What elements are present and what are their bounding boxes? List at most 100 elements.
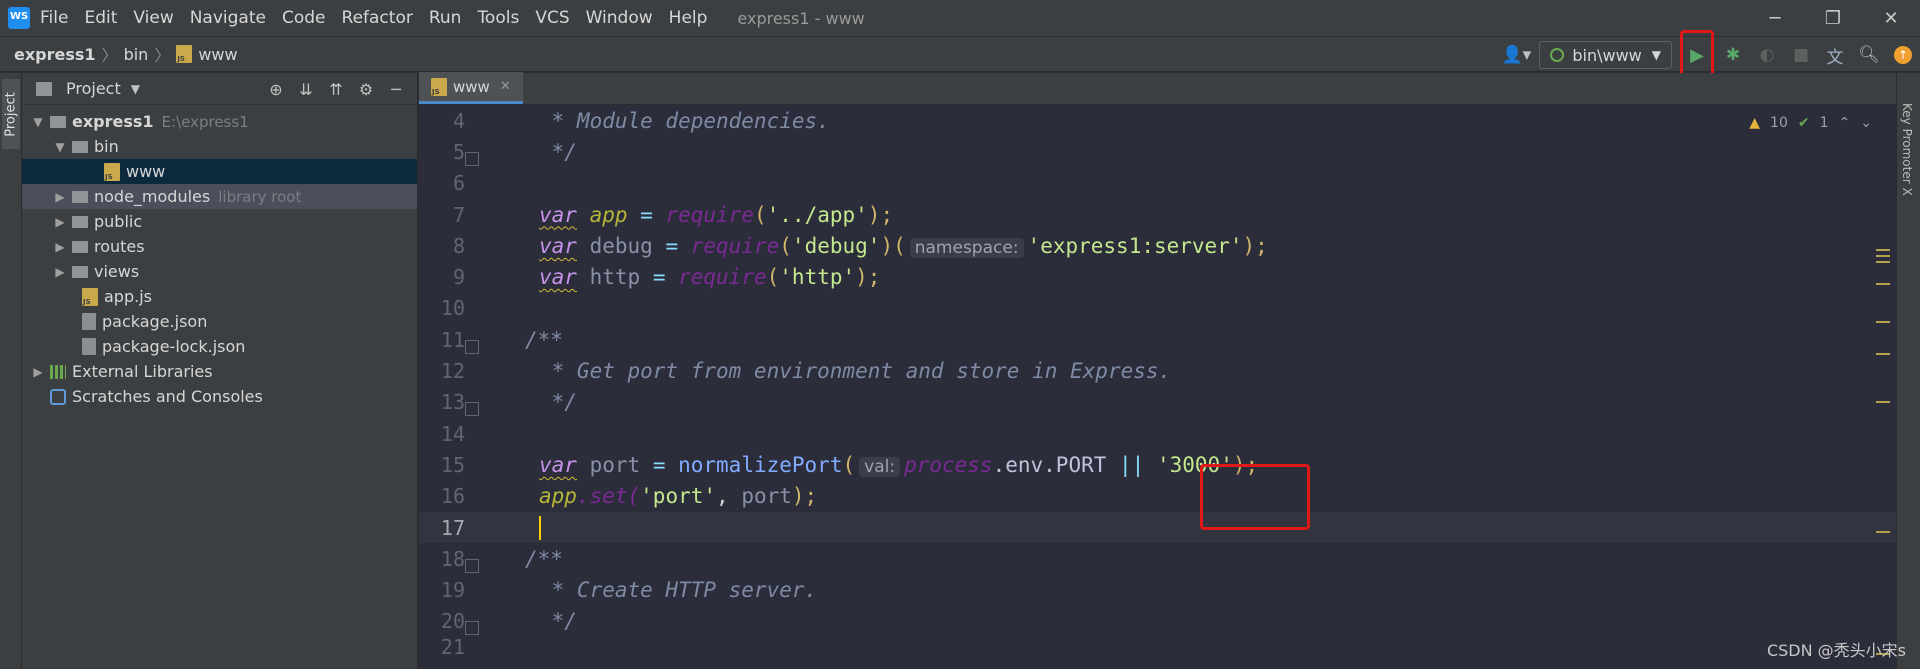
- code-editor[interactable]: 4 * Module dependencies. 5 */ 6 7 var ap…: [419, 105, 1896, 657]
- run-config-select[interactable]: bin\www ▼: [1539, 41, 1672, 69]
- project-view-icon: [36, 81, 52, 96]
- method-call: .set(: [576, 484, 641, 509]
- menu-run[interactable]: Run: [429, 8, 462, 28]
- tree-item-views[interactable]: ▶ views: [22, 259, 417, 284]
- stripe-mark: [1876, 283, 1890, 285]
- line-number: 6: [452, 171, 465, 196]
- locate-icon[interactable]: ⊕: [261, 80, 291, 99]
- user-icon[interactable]: 👤▾: [1501, 40, 1532, 70]
- tree-item-scratches[interactable]: Scratches and Consoles: [22, 384, 417, 409]
- menu-tools[interactable]: Tools: [477, 8, 519, 28]
- tree-item-package-json[interactable]: package.json: [22, 309, 417, 334]
- tree-item-bin[interactable]: ▼ bin: [22, 134, 417, 159]
- minimize-button[interactable]: ─: [1746, 0, 1804, 36]
- close-window-button[interactable]: ✕: [1862, 0, 1920, 36]
- line-number: 8: [452, 233, 465, 258]
- breadcrumb-bin[interactable]: bin: [124, 45, 149, 64]
- translate-icon[interactable]: 文: [1820, 40, 1850, 70]
- gear-icon[interactable]: ⚙: [351, 80, 381, 99]
- parameter-hint: val:: [859, 456, 901, 477]
- tree-item-app-js[interactable]: app.js: [22, 284, 417, 309]
- search-icon[interactable]: 🔍︎: [1854, 40, 1884, 70]
- project-tree: ▼ express1 E:\express1 ▼ bin www ▶ node_…: [22, 109, 417, 409]
- chevron-down-icon[interactable]: ▼: [30, 115, 46, 129]
- fold-icon[interactable]: [465, 558, 479, 573]
- code-line: 4 * Module dependencies.: [419, 105, 1896, 136]
- error-stripe[interactable]: [1870, 193, 1896, 655]
- code-line: 15 var port = normalizePort(val: process.…: [419, 449, 1896, 480]
- tree-item-express1[interactable]: ▼ express1 E:\express1: [22, 109, 417, 134]
- menu-window[interactable]: Window: [586, 8, 653, 28]
- tree-item-www[interactable]: www: [22, 159, 417, 184]
- breadcrumb-project[interactable]: express1: [14, 45, 96, 64]
- project-panel-header: Project ▼ ⊕ ⇊ ⇈ ⚙ ─: [22, 73, 417, 105]
- editor-tab-www[interactable]: www ✕: [419, 72, 523, 104]
- string: 'http': [779, 265, 856, 290]
- tree-item-label: External Libraries: [72, 362, 213, 381]
- stop-icon[interactable]: ■: [1786, 40, 1816, 70]
- code-line: 6: [419, 168, 1896, 199]
- close-icon[interactable]: ✕: [500, 79, 511, 94]
- menu-refactor[interactable]: Refactor: [342, 8, 413, 28]
- menu-help[interactable]: Help: [669, 8, 708, 28]
- line-number: 7: [452, 202, 465, 227]
- project-panel-title[interactable]: Project: [66, 79, 121, 98]
- fold-icon[interactable]: [465, 151, 479, 166]
- json-file-icon: [82, 338, 96, 355]
- tree-item-package-lock-json[interactable]: package-lock.json: [22, 334, 417, 359]
- string: 'express1:server': [1027, 233, 1243, 258]
- paren: );: [1242, 233, 1268, 258]
- key-promoter-tab[interactable]: Key Promoter X: [1900, 103, 1914, 196]
- tree-item-node-modules[interactable]: ▶ node_modules library root: [22, 184, 417, 209]
- code-text: app.set('port', port);: [539, 484, 817, 508]
- keyword: var: [539, 265, 577, 290]
- code-line: 8 var debug = require('debug')(namespace…: [419, 230, 1896, 261]
- coverage-icon[interactable]: ◐: [1752, 40, 1782, 70]
- fold-icon[interactable]: [465, 339, 479, 354]
- chevron-down-icon[interactable]: ▼: [52, 140, 68, 154]
- chevron-right-icon[interactable]: ▶: [52, 190, 68, 204]
- breadcrumb-www[interactable]: www: [176, 45, 238, 64]
- menu-file[interactable]: File: [40, 8, 68, 28]
- chevron-down-icon: ▼: [1651, 48, 1661, 62]
- menu-edit[interactable]: Edit: [84, 8, 117, 28]
- string: 'debug': [791, 233, 881, 258]
- editor-tab-label: www: [453, 77, 490, 96]
- stripe-mark: [1876, 249, 1890, 251]
- code-line: 20 */: [419, 606, 1896, 637]
- tree-item-label: package-lock.json: [102, 337, 246, 356]
- expand-all-icon[interactable]: ⇊: [291, 80, 321, 99]
- project-tool-tab[interactable]: Project: [2, 79, 20, 149]
- navigation-bar: express1 〉 bin 〉 www 👤▾ bin\www ▼ ▶ ✱ ◐ …: [0, 30, 1920, 80]
- collapse-all-icon[interactable]: ⇈: [321, 80, 351, 99]
- restore-button[interactable]: ❐: [1804, 0, 1862, 36]
- text-caret: [539, 515, 541, 540]
- tree-item-label: www: [126, 162, 166, 181]
- run-config-label: bin\www: [1572, 45, 1642, 65]
- menu-navigate[interactable]: Navigate: [190, 8, 266, 28]
- project-panel: Project ▼ ⊕ ⇊ ⇈ ⚙ ─ ▼ express1 E:\expres…: [22, 73, 418, 669]
- tree-item-routes[interactable]: ▶ routes: [22, 234, 417, 259]
- operator: =: [640, 265, 679, 290]
- tree-item-external-libraries[interactable]: ▶ External Libraries: [22, 359, 417, 384]
- line-number: 4: [452, 108, 465, 133]
- chevron-right-icon[interactable]: ▶: [52, 215, 68, 229]
- update-icon[interactable]: ↑: [1888, 40, 1918, 70]
- tree-item-public[interactable]: ▶ public: [22, 209, 417, 234]
- identifier: port: [741, 484, 792, 509]
- hide-icon[interactable]: ─: [381, 80, 411, 99]
- tree-item-label: Scratches and Consoles: [72, 387, 263, 406]
- menu-code[interactable]: Code: [282, 8, 326, 28]
- debug-icon[interactable]: ✱: [1718, 40, 1748, 70]
- operator: =: [640, 452, 679, 477]
- folder-icon: [72, 140, 88, 153]
- chevron-down-icon[interactable]: ▼: [131, 82, 140, 96]
- fold-icon[interactable]: [465, 621, 479, 636]
- chevron-right-icon[interactable]: ▶: [52, 265, 68, 279]
- chevron-right-icon[interactable]: ▶: [30, 365, 46, 379]
- menu-view[interactable]: View: [133, 8, 173, 28]
- menu-vcs[interactable]: VCS: [535, 8, 569, 28]
- fold-icon[interactable]: [465, 402, 479, 417]
- chevron-right-icon[interactable]: ▶: [52, 240, 68, 254]
- line-number: 15: [440, 452, 465, 477]
